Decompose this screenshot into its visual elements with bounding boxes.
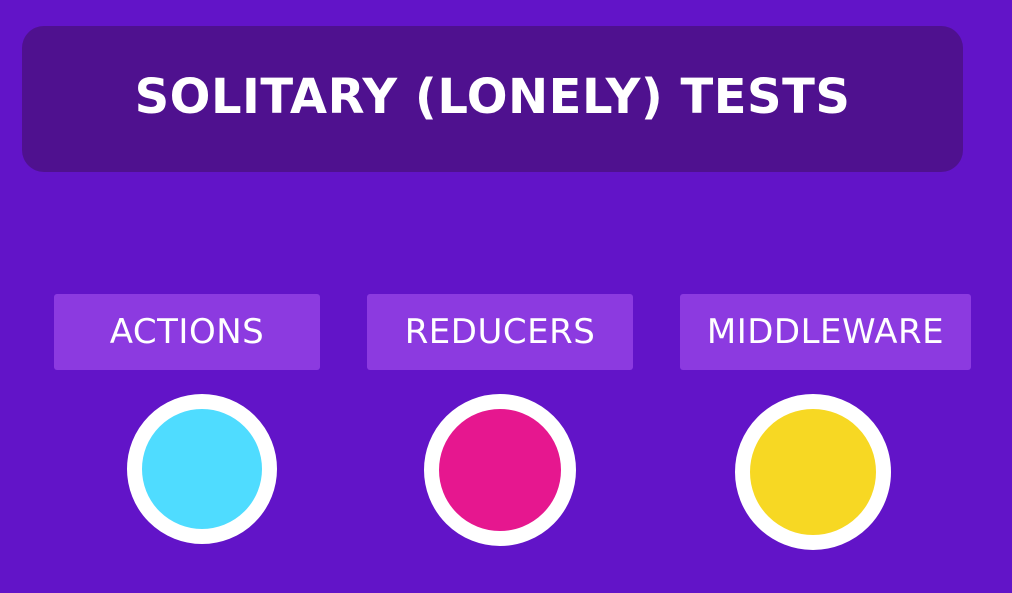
page-title: SOLITARY (LONELY) TESTS — [134, 69, 851, 125]
label-actions-text: ACTIONS — [109, 312, 265, 352]
label-middleware-text: MIDDLEWARE — [706, 312, 945, 352]
title-banner: SOLITARY (LONELY) TESTS — [22, 26, 963, 172]
label-actions: ACTIONS — [54, 294, 320, 370]
reducers-circle — [424, 394, 576, 546]
actions-circle — [127, 394, 277, 544]
label-reducers-text: REDUCERS — [404, 312, 596, 352]
label-middleware: MIDDLEWARE — [680, 294, 971, 370]
label-reducers: REDUCERS — [367, 294, 633, 370]
middleware-circle — [735, 394, 891, 550]
